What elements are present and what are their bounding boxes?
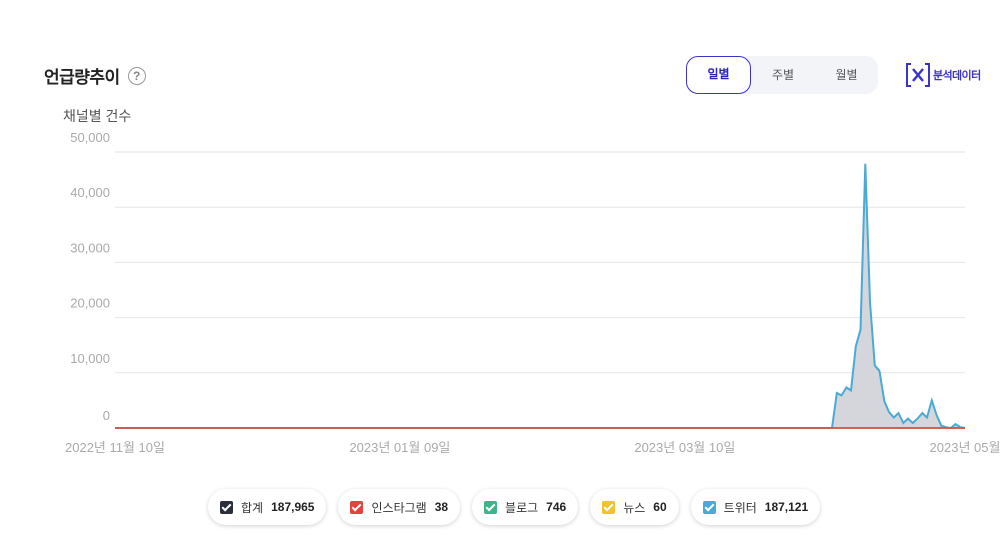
legend-label: 뉴스: [623, 500, 646, 515]
checkbox-icon: [702, 500, 716, 514]
y-tick-label: 30,000: [70, 240, 110, 255]
legend-count: 187,121: [764, 500, 809, 514]
legend-count: 38: [434, 500, 449, 514]
series-area-total: [115, 162, 966, 429]
x-tick-label: 2023년 05월: [930, 440, 1001, 455]
legend-chip[interactable]: 블로그 746: [472, 489, 579, 525]
legend-label: 인스타그램: [371, 500, 427, 515]
x-tick-label: 2023년 01월 09일: [349, 440, 450, 455]
legend-label: 합계: [241, 500, 264, 515]
legend-label: 트위터: [723, 500, 757, 515]
legend-count: 187,965: [271, 500, 315, 514]
legend-chip[interactable]: 합계 187,965: [208, 489, 327, 525]
checkbox-icon: [220, 500, 233, 514]
y-tick-label: 10,000: [70, 351, 110, 366]
legend-label: 블로그: [505, 500, 539, 515]
series-line-1: [115, 164, 966, 430]
checkbox-icon: [602, 500, 616, 514]
legend-count: 746: [546, 500, 567, 514]
trend-chart: 50,000 40,000 30,000 20,000 10,000 0 2022년 11…: [65, 130, 1001, 455]
checkbox-icon: [484, 500, 498, 514]
x-tick-label: 2022년 11월 10일: [65, 440, 165, 455]
checkbox-icon: [350, 500, 364, 514]
y-tick-label: 40,000: [70, 185, 110, 200]
legend: 합계 187,965 인스타그램 38 블로그 746 뉴스 60 트위터 187,121: [208, 489, 821, 525]
y-tick-label: 20,000: [70, 296, 110, 311]
legend-chip[interactable]: 뉴스 60: [590, 489, 679, 525]
x-tick-label: 2023년 03월 10일: [634, 440, 735, 455]
legend-chip[interactable]: 트위터 187,121: [690, 489, 821, 525]
y-tick-label: 0: [103, 408, 110, 423]
legend-chip[interactable]: 인스타그램 38: [338, 489, 461, 525]
y-tick-label: 50,000: [70, 130, 110, 145]
legend-count: 60: [653, 500, 667, 514]
